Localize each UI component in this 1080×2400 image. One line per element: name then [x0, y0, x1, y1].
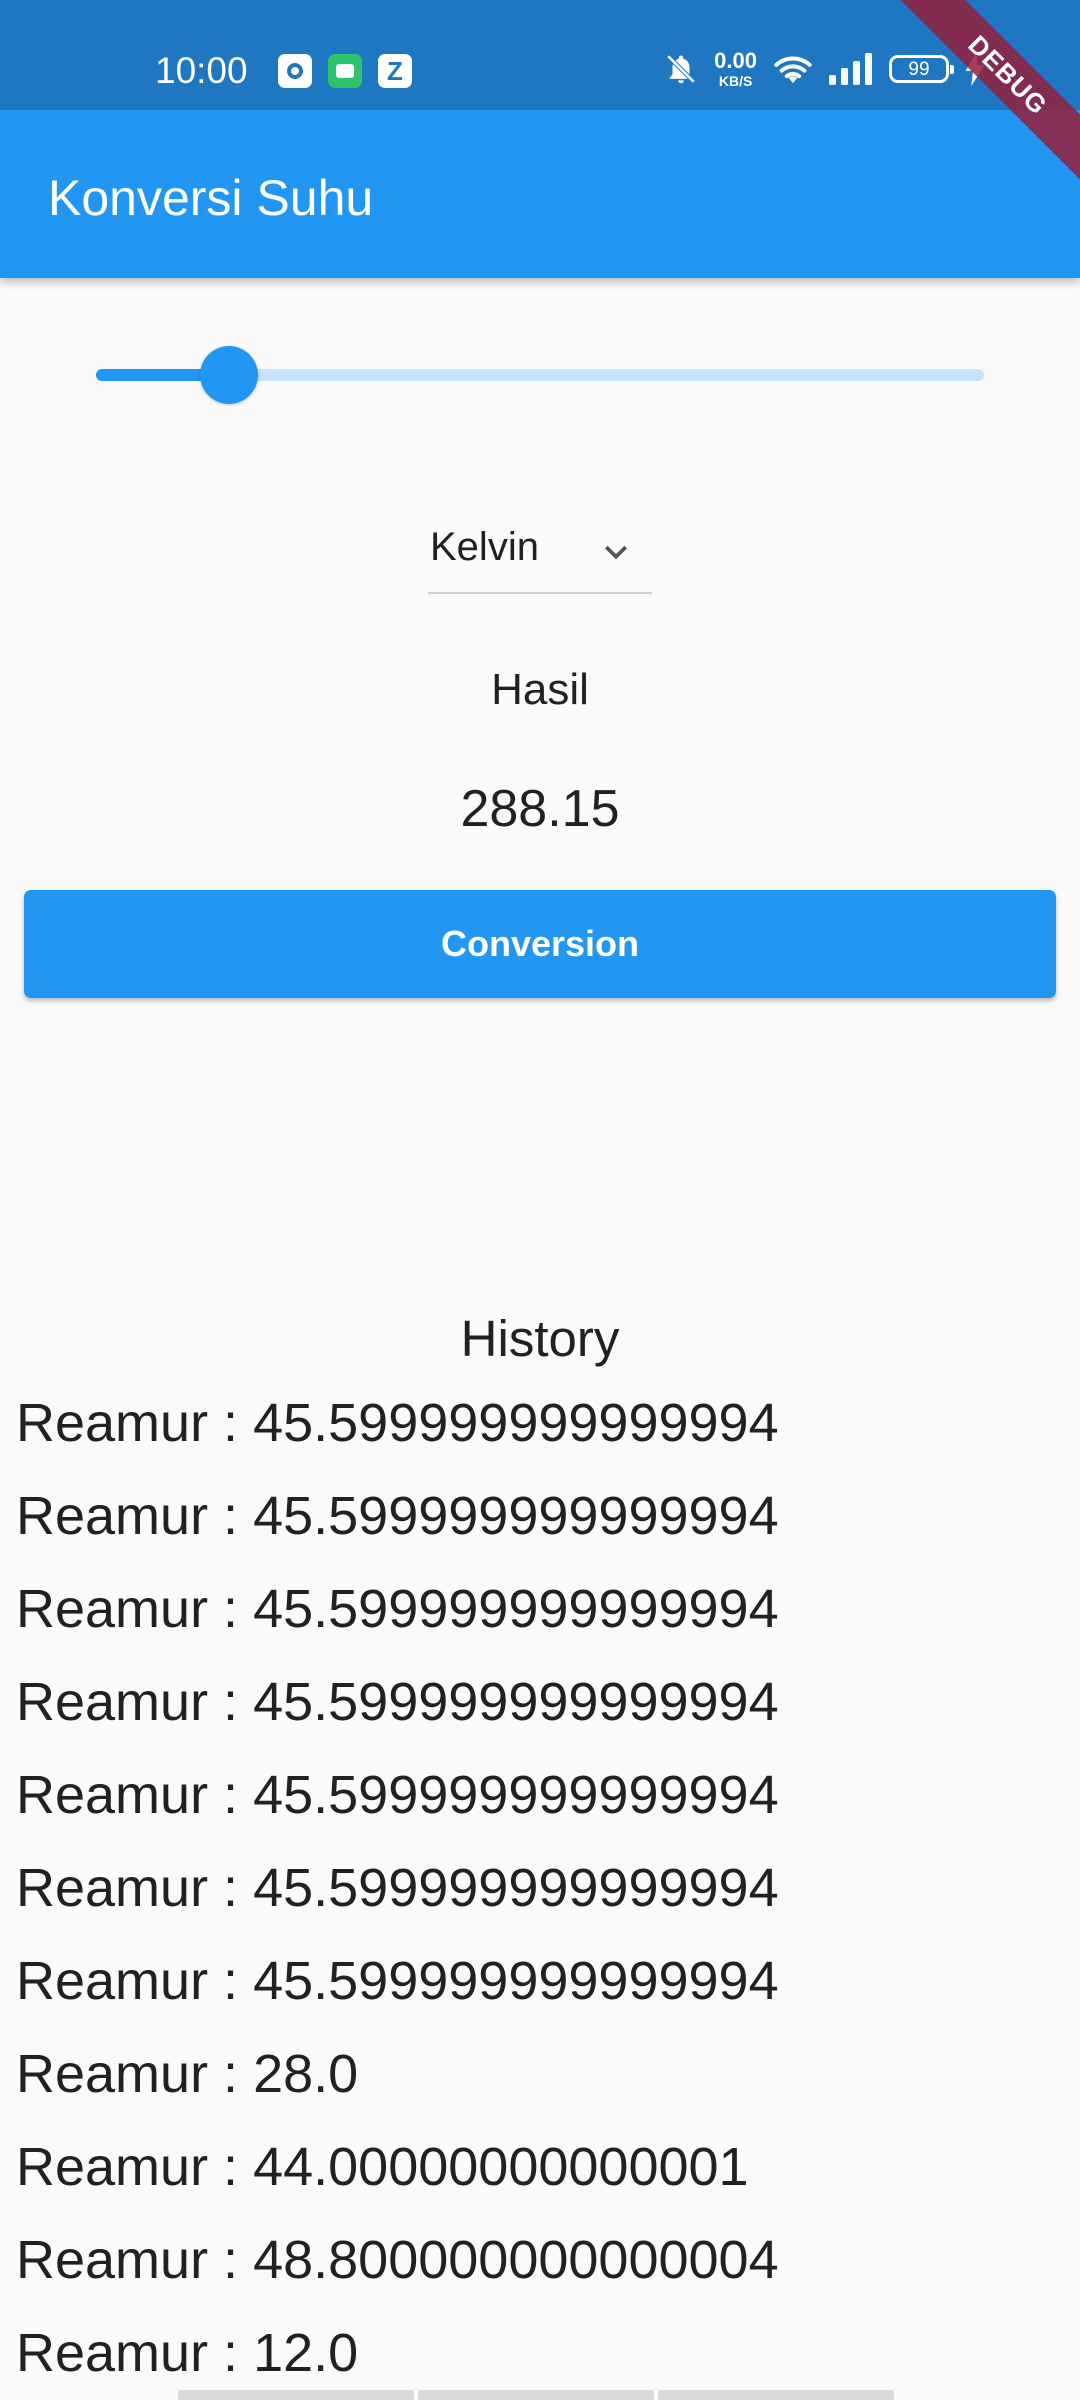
network-speed-unit: KB/S: [718, 73, 753, 89]
history-title: History: [460, 1310, 620, 1367]
history-item: Reamur : 48.800000000000004: [16, 2230, 779, 2290]
app-bar: Konversi Suhu: [0, 110, 1080, 278]
z-app-icon: Z: [378, 54, 412, 88]
unit-dropdown[interactable]: Kelvin: [428, 510, 652, 594]
signal-icon: [829, 53, 872, 85]
history-item: Reamur : 45.599999999999994: [16, 1672, 779, 1732]
status-time: 10:00: [155, 50, 248, 91]
network-speed-value: 0.00: [714, 48, 757, 73]
battery-icon: 99: [889, 55, 954, 83]
result-label: Hasil: [491, 665, 589, 714]
history-item: Reamur : 45.599999999999994: [16, 1858, 779, 1918]
history-item: Reamur : 45.599999999999994: [16, 1393, 779, 1453]
messages-app-icon: [328, 54, 362, 88]
chevron-down-icon: [605, 545, 627, 560]
bottom-scroll-indicator: [178, 2390, 894, 2400]
history-item: Reamur : 12.0: [16, 2323, 359, 2383]
slider-thumb[interactable]: [200, 346, 258, 404]
temperature-slider[interactable]: [96, 340, 984, 410]
camera-app-icon: [278, 54, 312, 88]
system-icons: 0.00 KB/S 99: [664, 50, 985, 88]
network-speed: 0.00 KB/S: [714, 48, 757, 89]
history-item: Reamur : 45.599999999999994: [16, 1951, 779, 2011]
history-item: Reamur : 45.599999999999994: [16, 1579, 779, 1639]
unit-dropdown-value: Kelvin: [430, 525, 539, 569]
notification-icons: Z: [278, 54, 412, 88]
app-screen: 10:00 Z 0.00 KB/S 99 DEBUG Konversi Suhu…: [0, 0, 1080, 2400]
history-item: Reamur : 45.599999999999994: [16, 1765, 779, 1825]
battery-level: 99: [908, 58, 930, 80]
history-item: Reamur : 44.00000000000001: [16, 2137, 749, 2197]
wifi-icon: [774, 56, 812, 84]
history-item: Reamur : 28.0: [16, 2044, 359, 2104]
bell-muted-icon: [666, 54, 696, 84]
result-value: 288.15: [460, 780, 620, 838]
history-list: Reamur : 45.599999999999994 Reamur : 45.5…: [16, 1387, 1056, 2400]
conversion-button[interactable]: Conversion: [24, 890, 1056, 998]
app-title: Konversi Suhu: [48, 170, 374, 226]
history-item: Reamur : 45.599999999999994: [16, 1486, 779, 1546]
